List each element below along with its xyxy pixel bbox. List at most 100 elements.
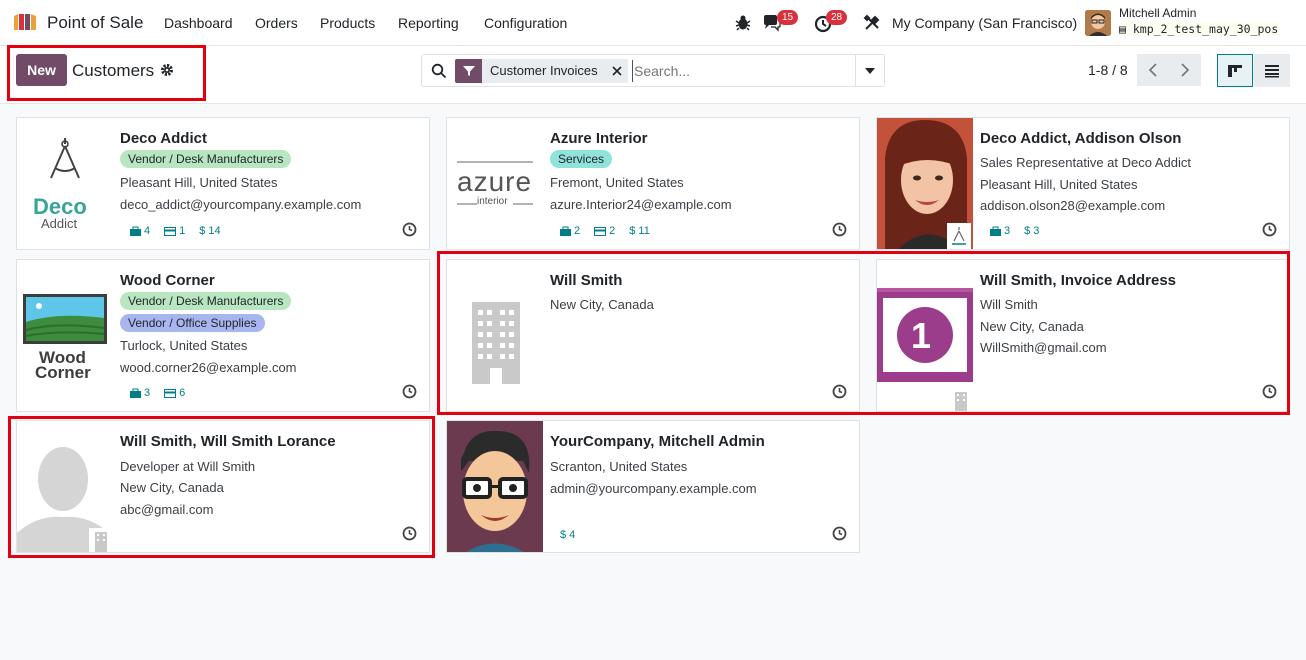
search-bar: Customer Invoices [421, 54, 885, 87]
customer-card[interactable]: Deco Addict, Addison Olson Sales Represe… [876, 117, 1290, 250]
card-stat[interactable]: 2 [594, 225, 615, 237]
card-icon [164, 226, 177, 236]
chevron-right-icon [1181, 63, 1190, 77]
tag-services: Services [550, 150, 613, 168]
menu-configuration[interactable]: Configuration [484, 15, 567, 31]
database-icon: ▤ [1119, 22, 1133, 36]
filter-icon [455, 59, 482, 83]
card-email: azure.Interior24@example.com [550, 197, 732, 212]
messages-badge: 15 [777, 10, 799, 25]
caret-down-icon [865, 67, 875, 74]
user-name[interactable]: Mitchell Admin [1119, 6, 1196, 20]
sales-stat[interactable]: 2 [560, 225, 580, 237]
database-name: ▤ kmp_2_test_may_30_pos [1119, 22, 1279, 36]
pager-value[interactable]: 1-8 / 8 [1088, 62, 1128, 78]
card-stats: 2 2 $ 11 [560, 225, 650, 237]
invoiced-amount: $ 4 [560, 529, 576, 541]
sales-count: 4 [144, 225, 151, 237]
top-navbar: Point of Sale Dashboard Orders Products … [0, 0, 1306, 46]
app-name[interactable]: Point of Sale [47, 13, 143, 33]
bag-icon [130, 226, 141, 236]
logo-text-2: Addict [41, 216, 78, 231]
card-name: Azure Interior [550, 130, 648, 147]
list-icon [1265, 64, 1279, 77]
tag-vendor-desk: Vendor / Desk Manufacturers [120, 150, 292, 168]
wood-corner-logo: Wood Corner [17, 260, 113, 411]
person-photo [877, 118, 973, 249]
clock-icon[interactable] [832, 222, 847, 237]
highlight-new-customers [7, 45, 206, 101]
invoiced-stat[interactable]: $ 4 [560, 529, 575, 541]
bag-icon [130, 388, 141, 398]
customer-card[interactable]: Wood Corner Wood Corner Vendor / Desk Ma… [16, 259, 430, 412]
azure-interior-logo: azure interior [447, 118, 543, 249]
search-options-toggle[interactable] [855, 55, 884, 86]
sales-stat[interactable]: 3 [990, 225, 1010, 237]
card-icon [594, 226, 607, 236]
card-function: Sales Representative at Deco Addict [980, 155, 1192, 170]
tag-vendor-office: Vendor / Office Supplies [120, 314, 265, 332]
sales-count: 3 [1004, 225, 1011, 237]
sales-stat[interactable]: 3 [130, 387, 150, 399]
database-label: kmp_2_test_may_30_pos [1132, 22, 1279, 36]
clock-icon[interactable] [402, 222, 417, 237]
customer-card[interactable]: YourCompany, Mitchell Admin Scranton, Un… [446, 420, 860, 553]
card-stats: $ 4 [560, 529, 575, 541]
logo-text-2: interior [477, 196, 508, 207]
card-name: YourCompany, Mitchell Admin [550, 433, 765, 450]
invoiced-stat[interactable]: $ 11 [629, 225, 650, 237]
invoiced-amount: $ 11 [629, 225, 650, 237]
tag-vendor-desk: Vendor / Desk Manufacturers [120, 292, 292, 310]
card-name: Deco Addict [120, 130, 207, 147]
card-email: wood.corner26@example.com [120, 360, 297, 375]
card-count: 6 [179, 387, 186, 399]
highlight-will-smith-lorance [8, 416, 435, 558]
list-view-button[interactable] [1254, 54, 1290, 87]
card-email: addison.olson28@example.com [980, 198, 1166, 213]
clock-icon[interactable] [1262, 222, 1277, 237]
logo-text-2: Corner [35, 363, 91, 382]
card-location: Scranton, United States [550, 459, 688, 474]
menu-orders[interactable]: Orders [255, 15, 298, 31]
menu-products[interactable]: Products [320, 15, 375, 31]
company-switcher[interactable]: My Company (San Francisco) [892, 15, 1077, 31]
facet-label: Customer Invoices [482, 59, 606, 83]
card-count: 2 [609, 225, 616, 237]
pager-next-button[interactable] [1169, 54, 1201, 86]
clock-icon[interactable] [832, 526, 847, 541]
card-location: Pleasant Hill, United States [980, 177, 1138, 192]
clock-icon[interactable] [402, 384, 417, 399]
pos-app-icon[interactable] [13, 12, 39, 32]
customer-card[interactable]: azure interior Azure Interior Services F… [446, 117, 860, 250]
kanban-icon [1228, 64, 1242, 77]
bag-icon [560, 226, 571, 236]
bug-icon[interactable] [733, 13, 753, 33]
pager-previous-button[interactable] [1137, 54, 1169, 86]
tools-icon[interactable] [862, 13, 882, 33]
kanban-view-button[interactable] [1217, 54, 1253, 87]
highlight-will-smith-row [437, 251, 1290, 415]
sales-count: 2 [574, 225, 581, 237]
card-location: Fremont, United States [550, 175, 684, 190]
bag-icon [990, 226, 1001, 236]
sales-stat[interactable]: 4 [130, 225, 150, 237]
invoiced-stat[interactable]: $ 14 [199, 225, 220, 237]
search-facet: Customer Invoices [455, 59, 628, 83]
card-stats: 4 1 $ 14 [130, 225, 221, 237]
card-name: Wood Corner [120, 272, 215, 289]
invoiced-stat[interactable]: $ 3 [1024, 225, 1039, 237]
menu-dashboard[interactable]: Dashboard [164, 15, 233, 31]
search-icon[interactable] [431, 63, 447, 79]
card-stat[interactable]: 6 [164, 387, 185, 399]
card-location: Turlock, United States [120, 338, 248, 353]
logo-text-1: azure [457, 166, 533, 197]
customer-card[interactable]: Deco Addict Deco Addict Vendor / Desk Ma… [16, 117, 430, 250]
invoiced-amount: $ 3 [1024, 225, 1040, 237]
card-stat[interactable]: 1 [164, 225, 185, 237]
card-stats: 3 $ 3 [990, 225, 1039, 237]
cartoon-avatar [447, 421, 543, 552]
menu-reporting[interactable]: Reporting [398, 15, 459, 31]
user-avatar[interactable] [1085, 10, 1111, 36]
search-input[interactable] [632, 60, 852, 82]
close-icon[interactable] [605, 59, 628, 83]
